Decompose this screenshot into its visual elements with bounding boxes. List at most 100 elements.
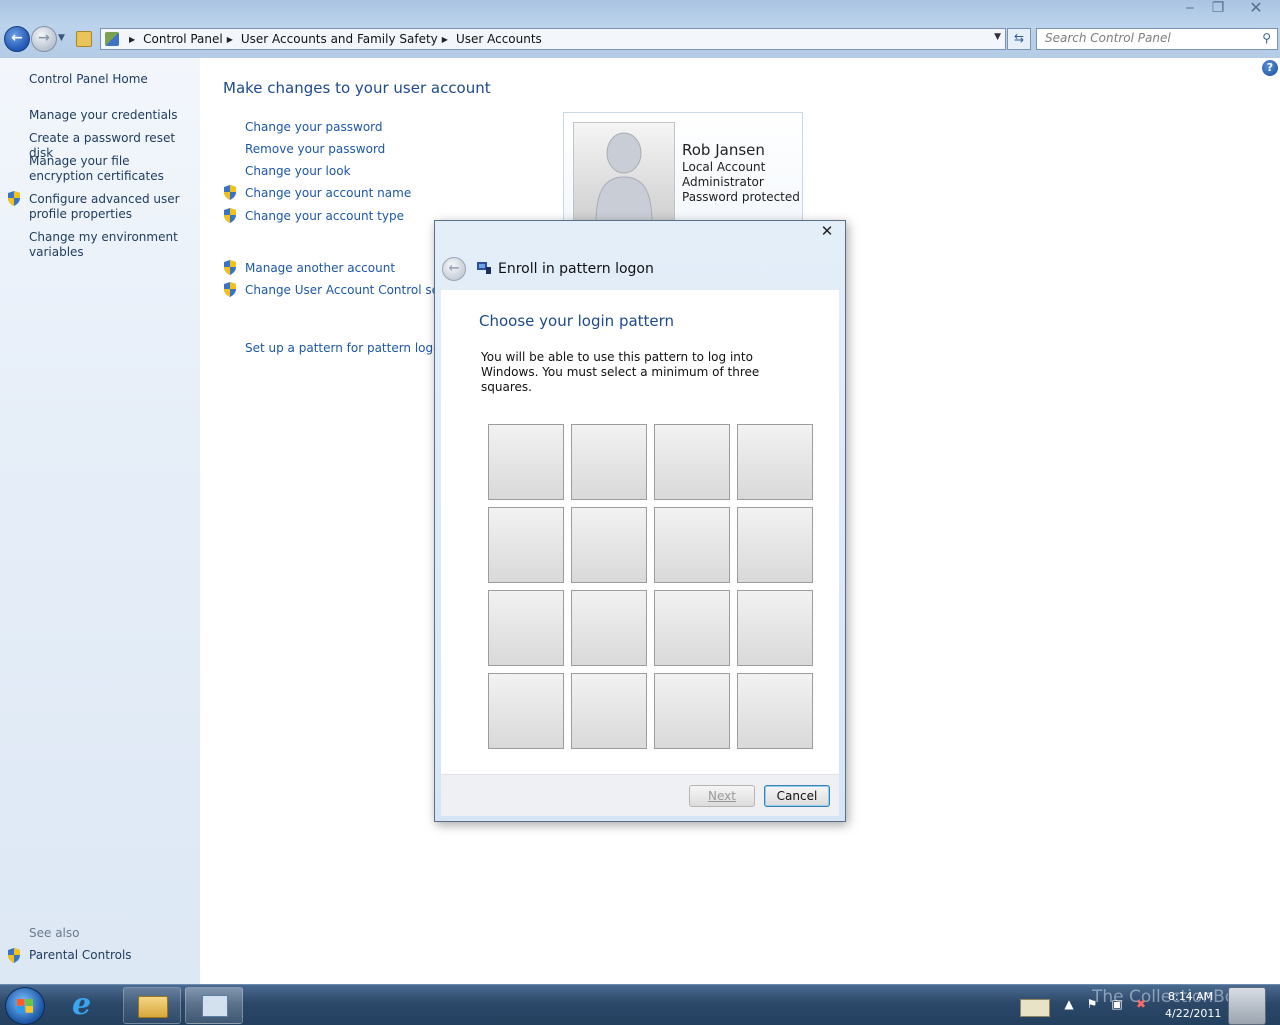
account-type: Local Account (682, 160, 766, 174)
account-card: Rob Jansen Local Account Administrator P… (563, 112, 803, 224)
change-password-link[interactable]: Change your password (245, 120, 383, 134)
manage-another-account-link[interactable]: Manage another account (245, 261, 395, 275)
uac-settings-link[interactable]: Change User Account Control settin (245, 283, 459, 297)
recent-pages-dropdown[interactable]: ▼ (58, 33, 65, 43)
pattern-square[interactable] (488, 590, 564, 666)
refresh-button[interactable]: ⇆ (1007, 28, 1031, 50)
show-hidden-icons-icon[interactable]: ▲ (1062, 997, 1076, 1011)
pattern-square[interactable] (654, 590, 730, 666)
uac-shield-icon (224, 282, 236, 297)
pattern-square[interactable] (571, 507, 647, 583)
taskbar-control-panel[interactable] (185, 987, 243, 1024)
pattern-square[interactable] (571, 590, 647, 666)
pattern-square[interactable] (737, 673, 813, 749)
next-button[interactable]: Next (689, 785, 755, 807)
breadcrumb-separator-icon[interactable]: ▶ (442, 35, 448, 44)
dialog-back-button[interactable]: ← (442, 257, 466, 281)
arrow-left-icon: ← (11, 30, 23, 46)
dialog-description: You will be able to use this pattern to … (481, 350, 760, 394)
pattern-square[interactable] (488, 507, 564, 583)
sidebar-item-environment-variables[interactable]: Change my environment variables (29, 230, 189, 260)
breadcrumb-user-accounts-family-safety[interactable]: User Accounts and Family Safety (241, 32, 438, 46)
see-also-label: See also (29, 926, 80, 940)
uac-shield-icon (8, 191, 20, 206)
breadcrumb-control-panel[interactable]: Control Panel (143, 32, 223, 46)
pattern-square[interactable] (654, 507, 730, 583)
sidebar-item-manage-credentials[interactable]: Manage your credentials (29, 108, 189, 123)
control-panel-icon (202, 995, 228, 1017)
refresh-icon: ⇆ (1013, 31, 1025, 45)
pattern-grid (488, 424, 813, 749)
taskbar: e The CollectionBook ▲ ⚑ ▣ ✖ 8:14 AM 4/2… (0, 984, 1280, 1025)
minimize-button[interactable]: ‒ (1178, 0, 1202, 18)
internet-explorer-icon: e (72, 987, 92, 1022)
breadcrumb-user-accounts[interactable]: User Accounts (456, 32, 542, 46)
account-status: Password protected (682, 190, 800, 204)
clock-time[interactable]: 8:14 AM (1168, 990, 1213, 1003)
action-center-flag-icon[interactable]: ⚑ (1085, 997, 1099, 1011)
sidebar-item-parental-controls[interactable]: Parental Controls (29, 948, 189, 963)
change-account-name-link[interactable]: Change your account name (245, 186, 411, 200)
help-icon[interactable]: ? (1262, 60, 1278, 76)
pattern-square[interactable] (571, 673, 647, 749)
remove-password-link[interactable]: Remove your password (245, 142, 385, 156)
avatar[interactable] (573, 122, 675, 224)
pattern-square[interactable] (654, 424, 730, 500)
window-titlebar: ‒ ❐ ✕ ← → ▼ ▶ Control Panel ▶ User Accou… (0, 0, 1280, 58)
uac-shield-icon (8, 948, 20, 963)
uac-shield-icon (224, 260, 236, 275)
arrow-right-icon: → (38, 30, 50, 46)
breadcrumb-separator-icon[interactable]: ▶ (129, 35, 135, 44)
address-bar[interactable]: ▶ Control Panel ▶ User Accounts and Fami… (100, 28, 1006, 50)
dialog-footer: Next Cancel (441, 774, 839, 816)
forward-button[interactable]: → (31, 26, 57, 52)
breadcrumb-separator-icon[interactable]: ▶ (227, 35, 233, 44)
pattern-square[interactable] (488, 673, 564, 749)
search-box[interactable]: ⚲ (1036, 28, 1278, 50)
pattern-square[interactable] (737, 590, 813, 666)
cancel-button[interactable]: Cancel (764, 785, 830, 807)
windows-logo-icon (17, 999, 33, 1013)
sidebar-item-control-panel-home[interactable]: Control Panel Home (29, 72, 189, 87)
folder-icon (138, 996, 168, 1018)
dialog-title: Enroll in pattern logon (498, 261, 654, 277)
pattern-square[interactable] (571, 424, 647, 500)
taskbar-windows-explorer[interactable] (123, 987, 181, 1024)
back-button[interactable]: ← (4, 26, 30, 52)
dialog-heading: Choose your login pattern (479, 312, 675, 330)
pattern-square[interactable] (737, 424, 813, 500)
user-silhouette-icon (595, 132, 653, 224)
change-look-link[interactable]: Change your look (245, 164, 351, 178)
tray-pen-icon[interactable] (1020, 999, 1050, 1017)
pattern-logon-link[interactable]: Set up a pattern for pattern logon (245, 341, 448, 355)
user-avatar-tray-icon[interactable] (1228, 987, 1266, 1025)
uac-shield-icon (224, 185, 236, 200)
pattern-square[interactable] (654, 673, 730, 749)
start-button[interactable] (5, 987, 45, 1025)
account-role: Administrator (682, 175, 764, 189)
dialog-body: Choose your login pattern You will be ab… (441, 290, 839, 774)
taskbar-internet-explorer[interactable]: e (62, 987, 118, 1022)
pattern-square[interactable] (488, 424, 564, 500)
uac-shield-icon (224, 208, 236, 223)
clock-date[interactable]: 4/22/2011 (1165, 1007, 1221, 1020)
maximize-button[interactable]: ❐ (1206, 0, 1230, 18)
account-name: Rob Jansen (682, 141, 765, 159)
pattern-app-icon (477, 262, 491, 274)
change-account-type-link[interactable]: Change your account type (245, 209, 404, 223)
sidebar-item-advanced-profile[interactable]: Configure advanced user profile properti… (29, 192, 189, 222)
search-input[interactable] (1037, 29, 1245, 47)
arrow-left-icon: ← (448, 261, 460, 276)
network-icon[interactable]: ▣ (1110, 997, 1124, 1011)
address-dropdown-icon[interactable]: ▼ (994, 32, 1001, 42)
pattern-square[interactable] (737, 507, 813, 583)
sidebar: Control Panel Home Manage your credentia… (0, 58, 200, 984)
close-button[interactable]: ✕ (1244, 0, 1268, 18)
up-folder-icon[interactable] (76, 31, 92, 47)
search-icon[interactable]: ⚲ (1262, 31, 1271, 45)
page-title: Make changes to your user account (223, 79, 491, 97)
pattern-enroll-dialog: ✕ ← Enroll in pattern logon Choose your … (434, 220, 846, 822)
volume-muted-icon[interactable]: ✖ (1134, 997, 1148, 1011)
dialog-close-button[interactable]: ✕ (815, 221, 839, 241)
sidebar-item-file-encryption[interactable]: Manage your file encryption certificates (29, 154, 189, 184)
